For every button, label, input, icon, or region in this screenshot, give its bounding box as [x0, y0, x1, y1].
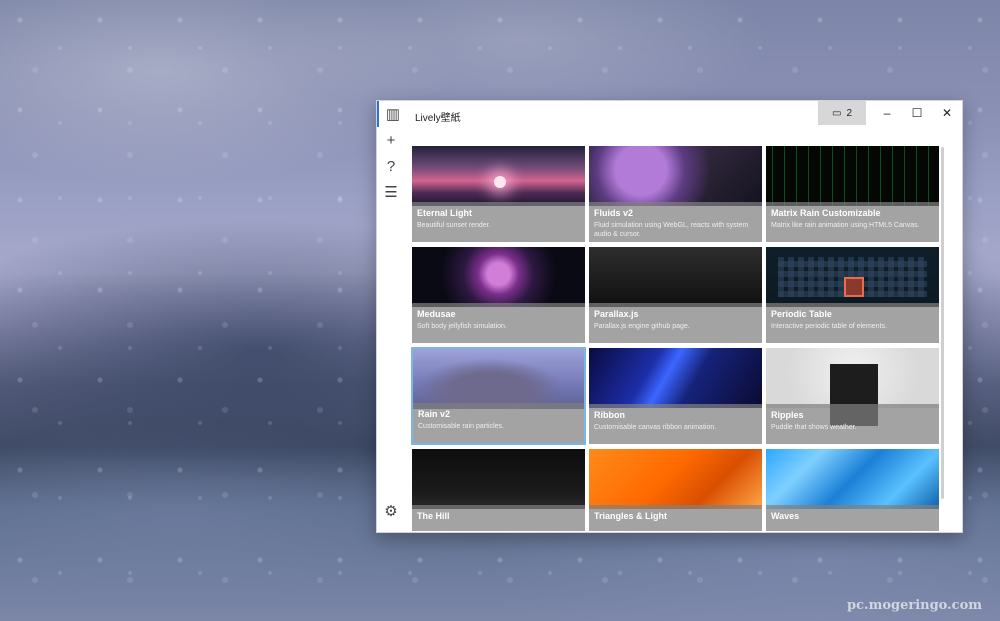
watermark: pc.mogeringo.com — [847, 598, 982, 613]
wallpaper-tile[interactable]: Periodic Table Interactive periodic tabl… — [765, 246, 940, 344]
wallpaper-tile[interactable]: Matrix Rain Customizable Matrix like rai… — [765, 145, 940, 243]
wallpaper-tile[interactable]: Fluids v2 Fluid simulation using WebGL, … — [588, 145, 763, 243]
wallpaper-tile[interactable]: Waves — [765, 448, 940, 531]
wallpaper-tile[interactable]: The Hill — [411, 448, 586, 531]
monitor-icon: ▭ — [831, 107, 842, 119]
vertical-scrollbar[interactable] — [941, 147, 944, 499]
help-icon[interactable]: ? — [377, 153, 405, 179]
tile-thumbnail — [766, 247, 939, 307]
caption-buttons: ▭ 2 – ☐ ✕ — [818, 101, 962, 125]
tile-title: Triangles & Light — [594, 511, 668, 521]
monitor-count: 2 — [846, 107, 852, 119]
lively-window: ▥ + ? ☰ ⚙ Lively壁紙 ▭ 2 – ☐ ✕ Eternal Lig… — [376, 100, 963, 533]
window-title: Lively壁紙 — [415, 113, 461, 124]
tile-desc: Customisable rain particles. — [418, 423, 504, 430]
tile-desc: Puddle that shows weather. — [771, 424, 857, 431]
tile-title: Eternal Light — [417, 208, 473, 218]
tile-title: Fluids v2 — [594, 208, 634, 218]
tile-desc: Soft body jellyfish simulation. — [417, 323, 507, 330]
tile-title: Ribbon — [594, 410, 625, 420]
tile-desc: Parallax.js engine github page. — [594, 323, 690, 330]
tile-desc: Matrix like rain animation using HTML5 C… — [771, 222, 920, 229]
tile-thumbnail — [412, 146, 585, 206]
tile-thumbnail — [589, 247, 762, 307]
library-icon[interactable]: ▥ — [377, 101, 407, 127]
wallpaper-tile[interactable]: Ribbon Customisable canvas ribbon animat… — [588, 347, 763, 445]
tile-thumbnail — [412, 449, 585, 509]
tile-title: Ripples — [771, 410, 804, 420]
tile-info: Eternal Light Beautiful sunset render. — [412, 202, 585, 242]
tile-desc: Customisable canvas ribbon animation. — [594, 424, 717, 431]
tile-info: Fluids v2 Fluid simulation using WebGL, … — [589, 202, 762, 242]
tile-desc: Fluid simulation using WebGL, reacts wit… — [594, 222, 749, 238]
wallpaper-tile[interactable]: Triangles & Light — [588, 448, 763, 531]
tile-title: Rain v2 — [418, 409, 451, 419]
tile-title: Waves — [771, 511, 800, 521]
tile-title: Matrix Rain Customizable — [771, 208, 881, 218]
tile-thumbnail — [589, 146, 762, 206]
tile-info: Ripples Puddle that shows weather. — [766, 404, 939, 444]
wallpaper-tile-selected[interactable]: Rain v2 Customisable rain particles. — [411, 347, 586, 445]
tile-title: Parallax.js — [594, 309, 639, 319]
wallpaper-tile[interactable]: Parallax.js Parallax.js engine github pa… — [588, 246, 763, 344]
tile-desc: Beautiful sunset render. — [417, 222, 491, 229]
maximize-button[interactable]: ☐ — [902, 101, 932, 125]
monitor-select-button[interactable]: ▭ 2 — [818, 101, 866, 125]
tile-thumbnail — [766, 146, 939, 206]
wallpaper-tile[interactable]: Eternal Light Beautiful sunset render. — [411, 145, 586, 243]
tile-info: Medusae Soft body jellyfish simulation. — [412, 303, 585, 343]
tile-thumbnail — [766, 449, 939, 509]
tile-info: Waves — [766, 505, 939, 531]
tile-desc: Interactive periodic table of elements. — [771, 323, 887, 330]
tile-title: Medusae — [417, 309, 456, 319]
tile-thumbnail — [589, 449, 762, 509]
tile-thumbnail — [766, 348, 939, 426]
add-icon[interactable]: + — [377, 127, 405, 153]
settings-icon[interactable]: ⚙ — [377, 498, 405, 524]
wallpaper-grid: Eternal Light Beautiful sunset render. F… — [411, 145, 941, 531]
wallpaper-tile[interactable]: Medusae Soft body jellyfish simulation. — [411, 246, 586, 344]
tile-info: Matrix Rain Customizable Matrix like rai… — [766, 202, 939, 242]
feedback-icon[interactable]: ☰ — [377, 179, 405, 205]
tile-info: Periodic Table Interactive periodic tabl… — [766, 303, 939, 343]
wallpaper-tile[interactable]: Ripples Puddle that shows weather. — [765, 347, 940, 445]
tile-info: Rain v2 Customisable rain particles. — [413, 403, 584, 443]
tile-info: Ribbon Customisable canvas ribbon animat… — [589, 404, 762, 444]
tile-thumbnail — [589, 348, 762, 408]
minimize-button[interactable]: – — [872, 101, 902, 125]
close-button[interactable]: ✕ — [932, 101, 962, 125]
tile-info: Triangles & Light — [589, 505, 762, 531]
tile-title: The Hill — [417, 511, 450, 521]
tile-info: Parallax.js Parallax.js engine github pa… — [589, 303, 762, 343]
tile-thumbnail — [412, 247, 585, 307]
tile-title: Periodic Table — [771, 309, 832, 319]
tile-info: The Hill — [412, 505, 585, 531]
left-rail: ▥ + ? ☰ ⚙ — [377, 101, 405, 532]
tile-thumbnail — [413, 349, 584, 409]
